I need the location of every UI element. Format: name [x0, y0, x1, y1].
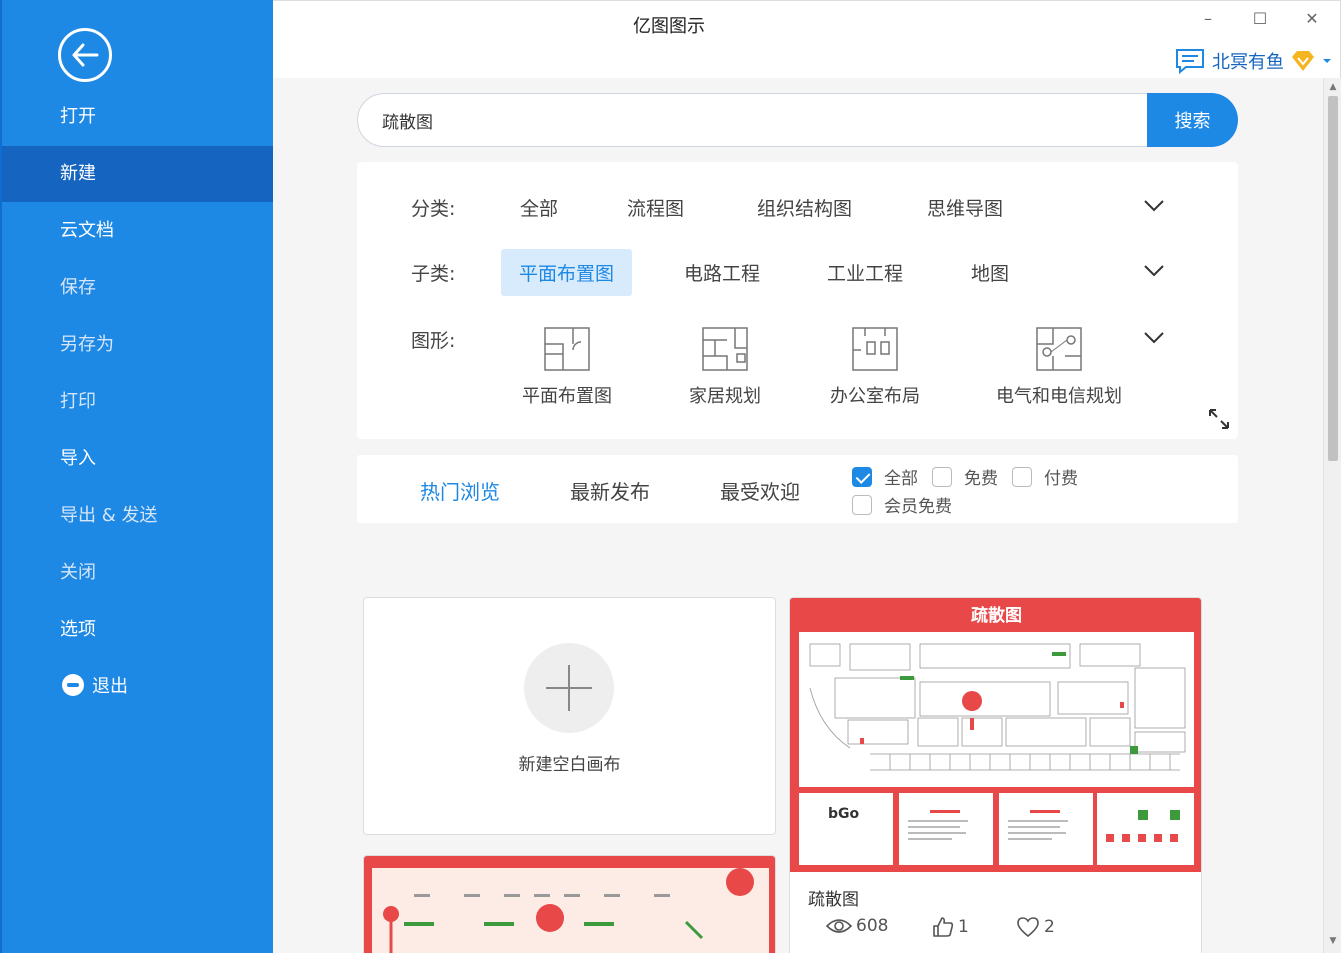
evacuation-map-thumbnail: bGo — [799, 632, 1194, 865]
template-thumbnail: 疏散图 bGo — [790, 598, 1201, 872]
plus-icon — [524, 643, 614, 733]
checkbox-free[interactable]: 免费 — [932, 464, 998, 489]
svg-text:bGo: bGo — [828, 806, 860, 822]
search-button[interactable]: 搜索 — [1147, 93, 1238, 147]
search-bar: 搜索 — [357, 93, 1238, 147]
maximize-button[interactable]: ☐ — [1245, 9, 1275, 33]
shape-office-layout[interactable]: 办公室布局 — [820, 326, 930, 408]
sidebar-item-exit-label: 退出 — [92, 676, 128, 697]
checkbox-paid-box[interactable] — [1012, 466, 1032, 487]
checkbox-free-box[interactable] — [932, 466, 952, 487]
template-card[interactable]: 疏散图 bGo 疏散图 608 1 2 — [789, 597, 1202, 953]
sort-bar: 热门浏览 最新发布 最受欢迎 全部 免费 付费 会员免费 — [357, 455, 1238, 523]
user-area[interactable]: 北冥有鱼 — [1174, 47, 1332, 75]
sidebar-item-exit[interactable]: 退出 — [2, 659, 273, 715]
checkbox-all[interactable]: 全部 — [852, 464, 918, 489]
checkbox-member-free-label: 会员免费 — [884, 497, 952, 517]
template-2-thumbnail — [364, 856, 775, 953]
likes-value: 1 — [958, 917, 969, 937]
shape-floor-plan[interactable]: 平面布置图 — [509, 326, 625, 408]
checkbox-all-box[interactable] — [852, 466, 872, 487]
floor-plan-icon — [544, 327, 590, 371]
scroll-thumb[interactable] — [1328, 96, 1338, 461]
checkbox-paid[interactable]: 付费 — [1012, 464, 1078, 489]
likes-count[interactable]: 1 — [932, 916, 969, 938]
sidebar-item-open[interactable]: 打开 — [2, 89, 273, 145]
sidebar-item-print[interactable]: 打印 — [2, 374, 273, 430]
sidebar-item-cloud-docs[interactable]: 云文档 — [2, 203, 273, 259]
category-flowchart[interactable]: 流程图 — [627, 194, 684, 221]
sidebar-item-options[interactable]: 选项 — [2, 602, 273, 658]
subcategory-circuit[interactable]: 电路工程 — [684, 259, 760, 286]
category-label: 分类: — [411, 198, 456, 220]
vip-diamond-icon — [1292, 51, 1314, 71]
arrow-left-icon — [72, 43, 99, 67]
sidebar-item-close[interactable]: 关闭 — [2, 545, 273, 601]
scroll-up-arrow[interactable]: ▲ — [1328, 82, 1338, 92]
chevron-down-icon[interactable] — [1143, 326, 1165, 348]
views-count: 608 — [826, 916, 888, 936]
user-name[interactable]: 北冥有鱼 — [1212, 48, 1284, 74]
shape-electrical-telecom[interactable]: 电气和电信规划 — [989, 326, 1129, 408]
vertical-scrollbar[interactable]: ▲ ▼ — [1323, 78, 1341, 953]
sidebar: 打开 新建 云文档 保存 另存为 打印 导入 导出 & 发送 关闭 选项 退出 — [0, 0, 273, 953]
office-layout-icon — [852, 327, 898, 371]
eye-icon — [826, 919, 852, 933]
back-button[interactable] — [58, 28, 112, 82]
subcategory-label: 子类: — [411, 263, 456, 285]
caret-down-icon[interactable] — [1322, 57, 1332, 65]
chevron-down-icon[interactable] — [1143, 259, 1165, 281]
search-input[interactable] — [357, 93, 1157, 147]
shape-home-planning-label: 家居规划 — [689, 386, 761, 407]
scroll-down-arrow[interactable]: ▼ — [1328, 936, 1338, 946]
shape-floor-plan-label: 平面布置图 — [522, 386, 612, 407]
checkbox-all-label: 全部 — [884, 469, 918, 489]
minimize-button[interactable]: – — [1193, 9, 1223, 33]
favorites-value: 2 — [1044, 917, 1055, 937]
filter-panel: 分类: 全部 流程图 组织结构图 思维导图 子类: 平面布置图 电路工程 工业工… — [357, 162, 1238, 439]
shape-electrical-telecom-label: 电气和电信规划 — [996, 386, 1122, 407]
views-value: 608 — [856, 916, 889, 936]
chat-icon[interactable] — [1174, 47, 1206, 75]
app-title: 亿图图示 — [633, 16, 705, 37]
close-button[interactable]: ✕ — [1297, 9, 1327, 33]
template-card-2[interactable] — [363, 855, 776, 953]
heart-icon[interactable] — [1016, 916, 1040, 938]
checkbox-member-free[interactable]: 会员免费 — [852, 492, 952, 517]
electrical-plan-icon — [1036, 327, 1082, 371]
checkbox-paid-label: 付费 — [1044, 469, 1078, 489]
sidebar-item-export-send[interactable]: 导出 & 发送 — [2, 488, 273, 544]
tab-newest[interactable]: 最新发布 — [570, 476, 650, 505]
sidebar-item-save-as[interactable]: 另存为 — [2, 317, 273, 373]
subcategory-floor-plan[interactable]: 平面布置图 — [501, 249, 633, 296]
checkbox-free-label: 免费 — [964, 469, 998, 489]
subcategory-industrial[interactable]: 工业工程 — [827, 259, 903, 286]
new-blank-canvas-card[interactable]: 新建空白画布 — [363, 597, 776, 835]
category-all[interactable]: 全部 — [520, 194, 558, 221]
new-blank-canvas-label: 新建空白画布 — [518, 755, 621, 775]
tab-hot[interactable]: 热门浏览 — [420, 476, 500, 505]
subcategory-map[interactable]: 地图 — [971, 259, 1009, 286]
sidebar-item-import[interactable]: 导入 — [2, 431, 273, 487]
tab-most-liked[interactable]: 最受欢迎 — [720, 476, 800, 505]
title-bar: 亿图图示 – ☐ ✕ 北冥有鱼 — [273, 0, 1341, 78]
main-content: 搜索 分类: 全部 流程图 组织结构图 思维导图 子类: 平面布置图 电路工程 … — [273, 78, 1323, 953]
favorites-count[interactable]: 2 — [1016, 916, 1055, 938]
thumbs-up-icon[interactable] — [932, 916, 954, 938]
chevron-down-icon[interactable] — [1143, 194, 1165, 216]
shape-label: 图形: — [411, 330, 456, 352]
home-plan-icon — [702, 327, 748, 371]
template-title: 疏散图 — [808, 890, 859, 910]
checkbox-member-free-box[interactable] — [852, 494, 872, 515]
category-mind-map[interactable]: 思维导图 — [927, 194, 1003, 221]
shape-home-planning[interactable]: 家居规划 — [675, 326, 775, 408]
shape-office-layout-label: 办公室布局 — [830, 386, 920, 407]
category-org-chart[interactable]: 组织结构图 — [757, 194, 852, 221]
sidebar-item-new[interactable]: 新建 — [2, 146, 273, 202]
sidebar-item-save[interactable]: 保存 — [2, 260, 273, 316]
expand-icon[interactable] — [1207, 407, 1231, 431]
minus-circle-icon — [62, 674, 84, 696]
